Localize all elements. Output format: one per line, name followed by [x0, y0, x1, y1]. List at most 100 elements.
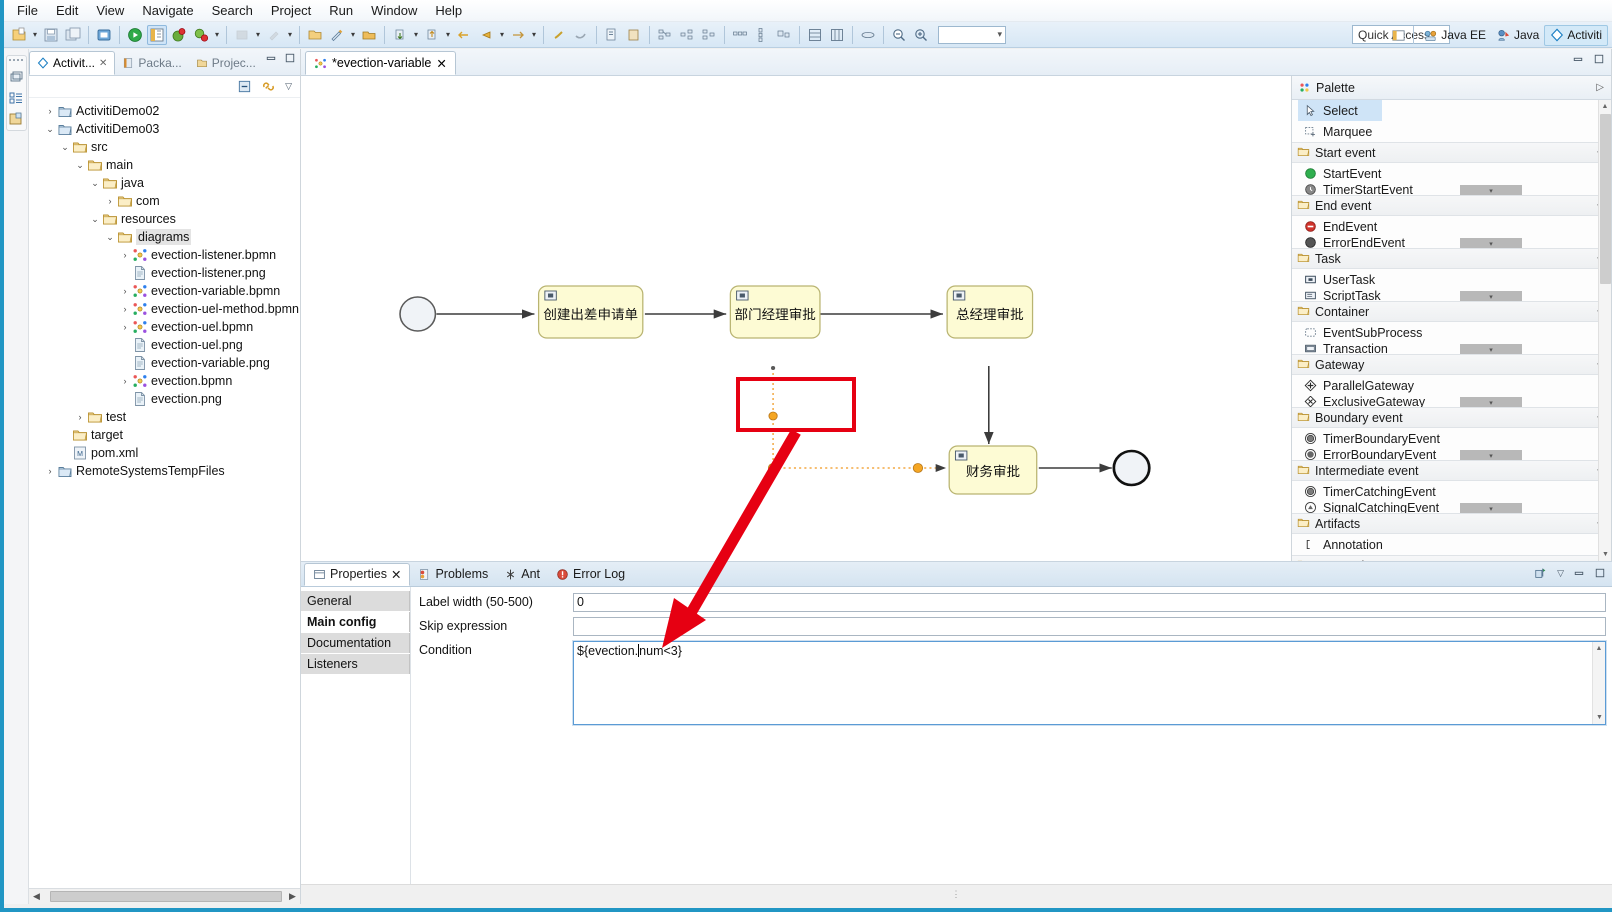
explorer-hscrollbar[interactable]: ◀ ▶ — [29, 888, 300, 904]
pin-properties-icon[interactable] — [1534, 566, 1548, 580]
save-icon[interactable] — [41, 25, 61, 45]
prev-annotation-dropdown-icon[interactable]: ▾ — [443, 25, 453, 45]
match-size-icon[interactable] — [774, 25, 794, 45]
palette-item-select[interactable]: Select — [1298, 100, 1382, 121]
chevron-right-icon[interactable]: › — [118, 286, 132, 296]
align-center-icon[interactable] — [677, 25, 697, 45]
palette-scrollbar[interactable]: ▲ ▼ — [1598, 100, 1611, 561]
side-tab-general[interactable]: General — [301, 591, 410, 611]
palette-scroll-up-icon[interactable]: ▲ — [1599, 100, 1611, 113]
chevron-down-icon[interactable]: ⌄ — [43, 124, 57, 135]
resize-grip-icon[interactable]: ⋮ — [952, 889, 962, 900]
palette-item-marquee[interactable]: Marquee — [1292, 121, 1611, 142]
palette-item-errorboundaryevent[interactable]: ErrorBoundaryEvent ▾ — [1292, 449, 1611, 460]
palette-item-timerstartevent[interactable]: TimerStartEvent ▾ — [1292, 184, 1611, 195]
palette-item-dropdown-icon[interactable]: ▾ — [1460, 185, 1522, 195]
chevron-down-icon[interactable]: ⌄ — [103, 232, 117, 243]
palette-group-container[interactable]: Container⊸ — [1292, 301, 1611, 322]
print-icon[interactable] — [94, 25, 114, 45]
chevron-down-icon[interactable]: ⌄ — [88, 214, 102, 225]
new-wizard-dropdown-icon[interactable]: ▾ — [30, 25, 40, 45]
pin-editor-icon[interactable] — [549, 25, 569, 45]
menu-item-help[interactable]: Help — [426, 1, 471, 20]
chevron-right-icon[interactable]: › — [43, 466, 57, 476]
tree-item-evection-listener-png[interactable]: evection-listener.png — [29, 264, 300, 282]
side-tab-listeners[interactable]: Listeners — [301, 654, 410, 674]
palette-item-dropdown-icon[interactable]: ▾ — [1460, 397, 1522, 407]
paste-diagram-icon[interactable] — [624, 25, 644, 45]
properties-close-icon[interactable]: ✕ — [391, 567, 401, 582]
palette-item-dropdown-icon[interactable]: ▾ — [1460, 238, 1522, 248]
tree-item-activitidemo03[interactable]: ⌄ ActivitiDemo03 — [29, 120, 300, 138]
palette-item-dropdown-icon[interactable]: ▾ — [1460, 503, 1522, 513]
external-tools-icon[interactable] — [264, 25, 284, 45]
palette-item-signalcatchingevent[interactable]: SignalCatchingEvent ▾ — [1292, 502, 1611, 513]
tree-item-evection-variable-bpmn[interactable]: › evection-variable.bpmn — [29, 282, 300, 300]
tree-item-evection-bpmn[interactable]: › evection.bpmn — [29, 372, 300, 390]
back-dropdown-icon[interactable]: ▾ — [497, 25, 507, 45]
tree-item-java[interactable]: ⌄ java — [29, 174, 300, 192]
save-all-icon[interactable] — [63, 25, 83, 45]
coverage-icon[interactable] — [232, 25, 252, 45]
tree-item-evection-png[interactable]: evection.png — [29, 390, 300, 408]
project-tree[interactable]: › ActivitiDemo02 ⌄ ActivitiDemo03 ⌄ src ⌄ main ⌄… — [29, 98, 300, 888]
chevron-right-icon[interactable]: › — [118, 250, 132, 260]
new-wizard-icon[interactable] — [9, 25, 29, 45]
zoom-in-icon[interactable] — [911, 25, 931, 45]
label-width-input[interactable]: 0 — [573, 593, 1606, 612]
menu-item-navigate[interactable]: Navigate — [133, 1, 202, 20]
menu-item-edit[interactable]: Edit — [47, 1, 87, 20]
condition-scroll-up-icon[interactable]: ▲ — [1593, 642, 1605, 655]
tab-activiti-explorer[interactable]: Activit... ✕ — [29, 51, 116, 75]
toggle-grid-icon[interactable] — [858, 25, 878, 45]
scroll-right-icon[interactable]: ▶ — [285, 889, 300, 904]
perspective-activiti[interactable]: Activiti — [1544, 24, 1608, 46]
collapse-all-icon[interactable] — [237, 79, 252, 94]
palette-item-startevent[interactable]: StartEvent — [1292, 163, 1611, 184]
tab-error-log[interactable]: Error Log — [548, 563, 633, 586]
coverage-dropdown-icon[interactable]: ▾ — [253, 25, 263, 45]
tree-item-remotesystemstempfiles[interactable]: › RemoteSystemsTempFiles — [29, 462, 300, 480]
debug-as-icon[interactable] — [191, 25, 211, 45]
editor-maximize-icon[interactable] — [1593, 53, 1605, 65]
palette-group-gateway[interactable]: Gateway⊸ — [1292, 354, 1611, 375]
tree-item-src[interactable]: ⌄ src — [29, 138, 300, 156]
link-with-editor-icon[interactable] — [261, 79, 276, 94]
chevron-down-icon[interactable]: ⌄ — [58, 142, 72, 153]
fast-view-grip[interactable] — [9, 59, 23, 63]
outline-view-icon[interactable] — [8, 90, 24, 106]
forward-icon[interactable] — [508, 25, 528, 45]
tab-ant[interactable]: Ant — [496, 563, 548, 586]
open-resource-icon[interactable] — [359, 25, 379, 45]
chevron-down-icon[interactable]: ⌄ — [73, 160, 87, 171]
next-annotation-dropdown-icon[interactable]: ▾ — [411, 25, 421, 45]
restore-view-icon[interactable] — [8, 69, 24, 85]
palette-item-exclusivegateway[interactable]: ExclusiveGateway ▾ — [1292, 396, 1611, 407]
run-icon[interactable] — [125, 25, 145, 45]
palette-item-errorendevent[interactable]: ErrorEndEvent ▾ — [1292, 237, 1611, 248]
distribute-h-icon[interactable] — [730, 25, 750, 45]
palette-item-eventsubprocess[interactable]: EventSubProcess — [1292, 322, 1611, 343]
chevron-right-icon[interactable]: › — [73, 412, 87, 422]
tab-problems[interactable]: Problems — [410, 563, 496, 586]
palette-item-scripttask[interactable]: ScriptTask ▾ — [1292, 290, 1611, 301]
scroll-left-icon[interactable]: ◀ — [29, 889, 44, 904]
distribute-v-icon[interactable] — [752, 25, 772, 45]
editor-minimize-icon[interactable] — [1572, 53, 1584, 65]
tree-item-evection-uel-png[interactable]: evection-uel.png — [29, 336, 300, 354]
properties-minimize-icon[interactable] — [1573, 567, 1585, 579]
zoom-out-icon[interactable] — [889, 25, 909, 45]
zoom-level-combo[interactable]: ▾ — [938, 25, 1006, 44]
minimize-icon[interactable] — [265, 52, 277, 64]
align-left-icon[interactable] — [655, 25, 675, 45]
open-perspective-button[interactable] — [1388, 25, 1408, 45]
view-menu-icon[interactable]: ▽ — [285, 81, 292, 92]
new-java-class-icon[interactable] — [327, 25, 347, 45]
tab-properties[interactable]: Properties ✕ — [304, 562, 411, 586]
palette-pin-icon[interactable]: ▷ — [1596, 82, 1604, 93]
bpmn-canvas[interactable]: 创建出差申请单 部门经理审批 总经理审批 财务审批 — [301, 76, 1291, 561]
layout-vertical-icon[interactable] — [827, 25, 847, 45]
skip-expression-input[interactable] — [573, 617, 1606, 636]
condition-textarea[interactable]: ${evection.num<3} ▲ ▼ — [572, 640, 1607, 726]
close-icon[interactable]: ✕ — [99, 58, 107, 69]
